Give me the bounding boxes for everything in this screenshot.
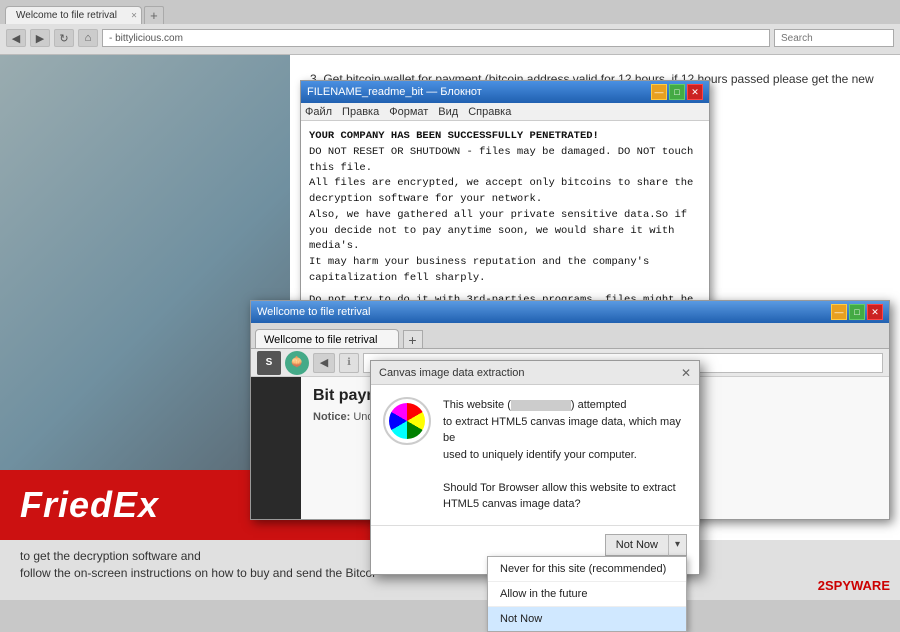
- fg-browser-tab[interactable]: Wellcome to file retrival: [255, 329, 399, 348]
- brand-name: FriedEx: [20, 484, 159, 526]
- color-ring-graphic: [389, 403, 425, 439]
- back-nav-button[interactable]: ◀: [313, 353, 335, 373]
- canvas-msg-attempted: ) attempted: [571, 399, 627, 411]
- notepad-line1: YOUR COMPANY HAS BEEN SUCCESSFULLY PENET…: [309, 129, 701, 145]
- browser-tab[interactable]: Welcome to file retrival ×: [5, 6, 142, 24]
- canvas-url-redacted: [511, 400, 571, 411]
- spyware-badge: 2SPYWARE: [818, 577, 890, 595]
- canvas-popup-header: Canvas image data extraction ✕: [371, 361, 699, 385]
- canvas-color-icon: [383, 397, 431, 445]
- back-button[interactable]: ◀: [6, 29, 26, 47]
- notepad-menu-file[interactable]: Файл: [305, 106, 332, 118]
- dropdown-item-allow[interactable]: Allow in the future: [488, 582, 686, 607]
- notepad-close-button[interactable]: ✕: [687, 84, 703, 100]
- notepad-menu-edit[interactable]: Правка: [342, 106, 379, 118]
- dropdown-arrow-button[interactable]: ▾: [668, 534, 687, 556]
- fg-notice-label: Notice:: [313, 411, 350, 423]
- fg-browser-title: Wellcome to file retrival: [257, 306, 829, 318]
- url-bar[interactable]: [102, 29, 770, 47]
- notepad-menu-help[interactable]: Справка: [468, 106, 511, 118]
- tab-close-icon[interactable]: ×: [131, 10, 137, 21]
- canvas-msg-line3: used to uniquely identify your computer.: [443, 449, 637, 461]
- reload-button[interactable]: ↻: [54, 29, 74, 47]
- canvas-popup-footer: Not Now ▾ Never for this site (recommend…: [371, 525, 699, 564]
- fg-browser-maximize-button[interactable]: □: [849, 304, 865, 320]
- not-now-wrapper: Not Now ▾ Never for this site (recommend…: [605, 534, 687, 556]
- notepad-menu-view[interactable]: Вид: [438, 106, 458, 118]
- fg-browser-close-button[interactable]: ✕: [867, 304, 883, 320]
- onion-icon[interactable]: 🧅: [285, 351, 309, 375]
- canvas-msg-line1: This website (: [443, 399, 511, 411]
- forward-button[interactable]: ▶: [30, 29, 50, 47]
- tab-row: Welcome to file retrival × +: [0, 0, 900, 24]
- canvas-warning-text: This website ( ) attempted to extract HTM…: [443, 397, 687, 513]
- fg-browser-titlebar: Wellcome to file retrival — □ ✕: [251, 301, 889, 323]
- canvas-popup-title: Canvas image data extraction: [379, 367, 525, 379]
- browser-chrome: Welcome to file retrival × + ◀ ▶ ↻ ⌂: [0, 0, 900, 55]
- notepad-line3: All files are encrypted, we accept only …: [309, 176, 701, 208]
- notepad-title: FILENAME_readme_bit — Блокнот: [307, 86, 649, 98]
- canvas-popup-close-icon[interactable]: ✕: [681, 366, 691, 380]
- notepad-menu-format[interactable]: Формат: [389, 106, 428, 118]
- dropdown-item-not-now[interactable]: Not Now: [488, 607, 686, 631]
- fg-add-tab-button[interactable]: +: [403, 330, 423, 348]
- canvas-warning-popup: Canvas image data extraction ✕ This webs…: [370, 360, 700, 575]
- address-row: ◀ ▶ ↻ ⌂: [0, 24, 900, 52]
- canvas-msg-line2: to extract HTML5 canvas image data, whic…: [443, 416, 681, 445]
- fg-browser-minimize-button[interactable]: —: [831, 304, 847, 320]
- new-tab-button[interactable]: +: [144, 6, 164, 24]
- search-bar[interactable]: [774, 29, 894, 47]
- info-icon: ℹ: [339, 353, 359, 373]
- not-now-button[interactable]: Not Now: [605, 534, 668, 556]
- canvas-question-line2: HTML5 canvas image data?: [443, 498, 581, 510]
- notepad-maximize-button[interactable]: □: [669, 84, 685, 100]
- notepad-line5: It may harm your business reputation and…: [309, 255, 701, 287]
- canvas-question-line1: Should Tor Browser allow this website to…: [443, 482, 676, 494]
- notepad-line4: Also, we have gathered all your private …: [309, 208, 701, 255]
- dropdown-item-never[interactable]: Never for this site (recommended): [488, 557, 686, 582]
- not-now-dropdown-menu: Never for this site (recommended) Allow …: [487, 556, 687, 632]
- tab-label: Welcome to file retrival: [16, 10, 117, 21]
- notepad-titlebar: FILENAME_readme_bit — Блокнот — □ ✕: [301, 81, 709, 103]
- fg-tab-label: Wellcome to file retrival: [264, 334, 378, 346]
- home-button[interactable]: ⌂: [78, 29, 98, 47]
- canvas-popup-body: This website ( ) attempted to extract HTM…: [371, 385, 699, 525]
- fg-left-panel: [251, 377, 301, 519]
- notepad-minimize-button[interactable]: —: [651, 84, 667, 100]
- notepad-line2: DO NOT RESET OR SHUTDOWN - files may be …: [309, 145, 701, 177]
- notepad-menubar: Файл Правка Формат Вид Справка: [301, 103, 709, 121]
- fg-browser-tabbar: Wellcome to file retrival +: [251, 323, 889, 349]
- tor-browser-icon[interactable]: S: [257, 351, 281, 375]
